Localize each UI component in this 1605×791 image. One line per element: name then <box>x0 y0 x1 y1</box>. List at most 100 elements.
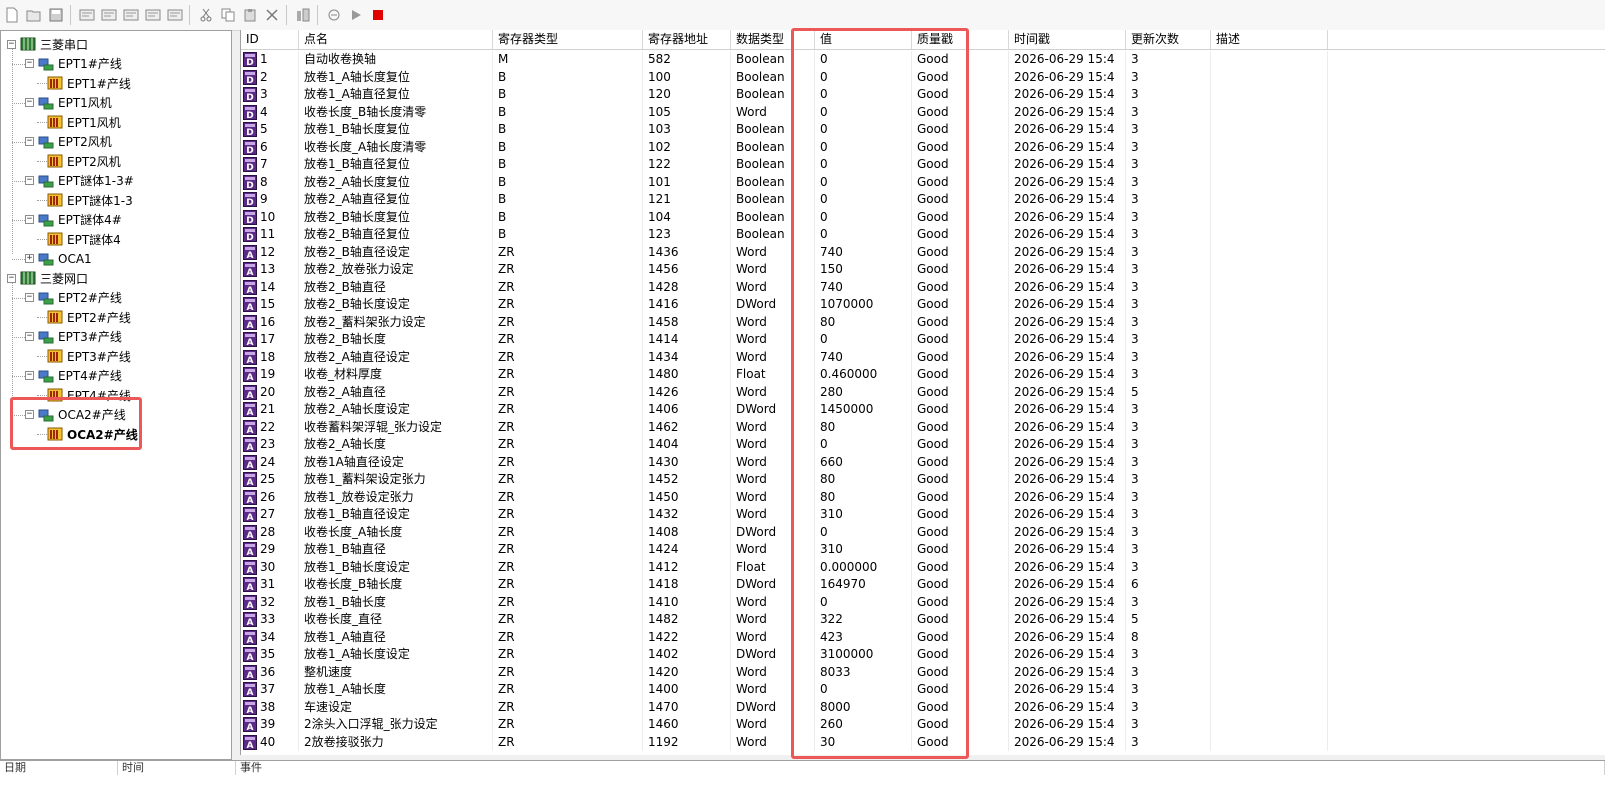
table-row[interactable]: A 20 放卷2_A轴直径 ZR 1426 Word 280 Good 2026-06-29 1… <box>241 383 1605 401</box>
table-row[interactable]: D 6 收卷长度_A轴长度清零 B 102 Boolean 0 Good 2026-06-29 … <box>241 138 1605 156</box>
tool-button[interactable] <box>293 4 313 26</box>
paste-button[interactable] <box>240 4 260 26</box>
delete-button[interactable] <box>262 4 282 26</box>
save-button[interactable] <box>46 4 66 26</box>
column-header-reg[interactable]: 寄存器类型 <box>493 30 643 49</box>
table-row[interactable]: A 23 放卷2_A轴长度 ZR 1404 Word 0 Good 2026-06-29 15:… <box>241 436 1605 454</box>
cut-button[interactable] <box>196 4 216 26</box>
table-row[interactable]: A 18 放卷2_A轴直径设定 ZR 1434 Word 740 Good 2026-06-29… <box>241 348 1605 366</box>
table-row[interactable]: D 1 自动收卷换轴 M 582 Boolean 0 Good 2026-06-29 15:4 3 <box>241 51 1605 69</box>
open-button[interactable] <box>24 4 44 26</box>
table-row[interactable]: D 11 放卷2_B轴直径复位 B 123 Boolean 0 Good 2026-06-29 … <box>241 226 1605 244</box>
collapse-icon[interactable]: − <box>25 215 34 224</box>
table-row[interactable]: A 30 放卷1_B轴长度设定 ZR 1412 Float 0.000000 Good 2026… <box>241 558 1605 576</box>
table-row[interactable]: A 24 放卷1A轴直径设定 ZR 1430 Word 660 Good 2026-06-29 … <box>241 453 1605 471</box>
tree-node-device[interactable]: − EPT謎体4# <box>25 211 122 229</box>
collapse-icon[interactable]: − <box>25 293 34 302</box>
tree-node-channel[interactable]: − 三菱串口 <box>7 35 88 53</box>
edit-button[interactable] <box>143 4 163 26</box>
table-row[interactable]: A 15 放卷2_B轴长度设定 ZR 1416 DWord 1070000 Good 2026-… <box>241 296 1605 314</box>
new-button[interactable] <box>2 4 22 26</box>
properties-button[interactable] <box>165 4 185 26</box>
table-row[interactable]: D 4 收卷长度_B轴长度清零 B 105 Word 0 Good 2026-06-29 15:… <box>241 103 1605 121</box>
table-row[interactable]: A 16 放卷2_蓄料架张力设定 ZR 1458 Word 80 Good 2026-06-29… <box>241 313 1605 331</box>
project-tree[interactable]: − 三菱串口 − EPT1#产线 EPT1#产线 − EPT1风机 EPT1风机 − EPT2风机… <box>0 30 232 760</box>
table-row[interactable]: A 14 放卷2_B轴直径 ZR 1428 Word 740 Good 2026-06-29 1… <box>241 278 1605 296</box>
tree-node-device[interactable]: + OCA1 <box>25 250 92 268</box>
tree-node-group[interactable]: EPT1风机 <box>47 113 121 131</box>
add-tag-button[interactable] <box>121 4 141 26</box>
column-header-value[interactable]: 值 <box>815 30 912 49</box>
table-row[interactable]: A 22 收卷蓄料架浮辊_张力设定 ZR 1462 Word 80 Good 2026-06-2… <box>241 418 1605 436</box>
collapse-icon[interactable]: − <box>25 371 34 380</box>
table-row[interactable]: D 3 放卷1_A轴直径复位 B 120 Boolean 0 Good 2026-06-29 1… <box>241 86 1605 104</box>
collapse-icon[interactable]: − <box>25 59 34 68</box>
stop-button[interactable] <box>368 4 388 26</box>
expand-icon[interactable]: + <box>25 254 34 263</box>
table-row[interactable]: D 9 放卷2_A轴直径复位 B 121 Boolean 0 Good 2026-06-29 1… <box>241 191 1605 209</box>
tree-node-group[interactable]: OCA2#产线 <box>47 425 138 443</box>
table-row[interactable]: A 19 收卷_材料厚度 ZR 1480 Float 0.460000 Good 2026-06… <box>241 366 1605 384</box>
table-row[interactable]: A 28 收卷长度_A轴长度 ZR 1408 DWord 0 Good 2026-06-29 1… <box>241 523 1605 541</box>
table-row[interactable]: D 5 放卷1_B轴长度复位 B 103 Boolean 0 Good 2026-06-29 1… <box>241 121 1605 139</box>
table-row[interactable]: A 38 车速设定 ZR 1470 DWord 8000 Good 2026-06-29 15:… <box>241 698 1605 716</box>
collapse-icon[interactable]: − <box>25 410 34 419</box>
table-row[interactable]: A 33 收卷长度_直径 ZR 1482 Word 322 Good 2026-06-29 15… <box>241 611 1605 629</box>
table-row[interactable]: A 25 放卷1_蓄料架设定张力 ZR 1452 Word 80 Good 2026-06-29… <box>241 471 1605 489</box>
table-row[interactable]: A 37 放卷1_A轴长度 ZR 1400 Word 0 Good 2026-06-29 15:… <box>241 681 1605 699</box>
monitor-button[interactable] <box>324 4 344 26</box>
collapse-icon[interactable]: − <box>25 137 34 146</box>
tree-node-group[interactable]: EPT2风机 <box>47 152 121 170</box>
column-header-name[interactable]: 点名 <box>299 30 493 49</box>
tree-node-device[interactable]: − EPT1#产线 <box>25 55 122 73</box>
column-header-quality[interactable]: 质量戳 <box>912 30 1009 49</box>
table-row[interactable]: D 10 放卷2_B轴长度复位 B 104 Boolean 0 Good 2026-06-29 … <box>241 208 1605 226</box>
table-row[interactable]: A 29 放卷1_B轴直径 ZR 1424 Word 310 Good 2026-06-29 1… <box>241 541 1605 559</box>
column-header-ts[interactable]: 时间戳 <box>1009 30 1126 49</box>
collapse-icon[interactable]: − <box>25 332 34 341</box>
table-row[interactable]: A 12 放卷2_B轴直径设定 ZR 1436 Word 740 Good 2026-06-29… <box>241 243 1605 261</box>
table-row[interactable]: A 36 整机速度 ZR 1420 Word 8033 Good 2026-06-29 15:4… <box>241 663 1605 681</box>
table-row[interactable]: A 32 放卷1_B轴长度 ZR 1410 Word 0 Good 2026-06-29 15:… <box>241 593 1605 611</box>
table-row[interactable]: A 31 收卷长度_B轴长度 ZR 1418 DWord 164970 Good 2026-06… <box>241 576 1605 594</box>
table-row[interactable]: A 17 放卷2_B轴长度 ZR 1414 Word 0 Good 2026-06-29 15:… <box>241 331 1605 349</box>
tree-node-device[interactable]: − EPT謎体1-3# <box>25 172 134 190</box>
collapse-icon[interactable]: − <box>7 39 16 49</box>
table-row[interactable]: A 34 放卷1_A轴直径 ZR 1422 Word 423 Good 2026-06-29 1… <box>241 628 1605 646</box>
copy-button[interactable] <box>218 4 238 26</box>
tree-node-device[interactable]: − EPT2#产线 <box>25 289 122 307</box>
table-row[interactable]: D 2 放卷1_A轴长度复位 B 100 Boolean 0 Good 2026-06-29 1… <box>241 68 1605 86</box>
tree-node-device[interactable]: − EPT4#产线 <box>25 367 122 385</box>
tree-node-group[interactable]: EPT謎体4 <box>47 230 121 248</box>
table-row[interactable]: A 27 放卷1_B轴直径设定 ZR 1432 Word 310 Good 2026-06-29… <box>241 506 1605 524</box>
collapse-icon[interactable]: − <box>7 273 16 283</box>
table-row[interactable]: A 40 2放卷接驳张力 ZR 1192 Word 30 Good 2026-06-29 15:… <box>241 733 1605 751</box>
collapse-icon[interactable]: − <box>25 98 34 107</box>
tree-node-group[interactable]: EPT3#产线 <box>47 347 131 365</box>
add-group-button[interactable] <box>99 4 119 26</box>
tree-node-channel[interactable]: − 三菱网口 <box>7 269 88 287</box>
table-row[interactable]: A 13 放卷2_放卷张力设定 ZR 1456 Word 150 Good 2026-06-29… <box>241 261 1605 279</box>
tree-node-device[interactable]: − OCA2#产线 <box>25 406 126 424</box>
table-row[interactable]: A 39 2涂头入口浮辊_张力设定 ZR 1460 Word 260 Good 2026-06-… <box>241 716 1605 734</box>
tree-node-device[interactable]: − EPT1风机 <box>25 94 112 112</box>
tree-node-device[interactable]: − EPT2风机 <box>25 133 112 151</box>
table-row[interactable]: A 26 放卷1_放卷设定张力 ZR 1450 Word 80 Good 2026-06-29 … <box>241 488 1605 506</box>
tree-node-group[interactable]: EPT1#产线 <box>47 74 131 92</box>
tree-node-group[interactable]: EPT謎体1-3 <box>47 191 133 209</box>
column-header-desc[interactable]: 描述 <box>1211 30 1328 49</box>
add-device-button[interactable] <box>77 4 97 26</box>
column-header-dtype[interactable]: 数据类型 <box>731 30 793 49</box>
log-column-header-0[interactable]: 日期 <box>0 761 118 775</box>
table-row[interactable]: D 7 放卷1_B轴直径复位 B 122 Boolean 0 Good 2026-06-29 1… <box>241 156 1605 174</box>
column-header-count[interactable]: 更新次数 <box>1126 30 1211 49</box>
column-header-id[interactable]: ID <box>241 30 299 49</box>
collapse-icon[interactable]: − <box>25 176 34 185</box>
start-button[interactable] <box>346 4 366 26</box>
log-column-header-2[interactable]: 事件 <box>236 761 1605 775</box>
column-header-addr[interactable]: 寄存器地址 <box>643 30 731 49</box>
tree-node-group[interactable]: EPT4#产线 <box>47 386 131 404</box>
tree-node-group[interactable]: EPT2#产线 <box>47 308 131 326</box>
log-column-header-1[interactable]: 时间 <box>118 761 236 775</box>
tree-node-device[interactable]: − EPT3#产线 <box>25 328 122 346</box>
